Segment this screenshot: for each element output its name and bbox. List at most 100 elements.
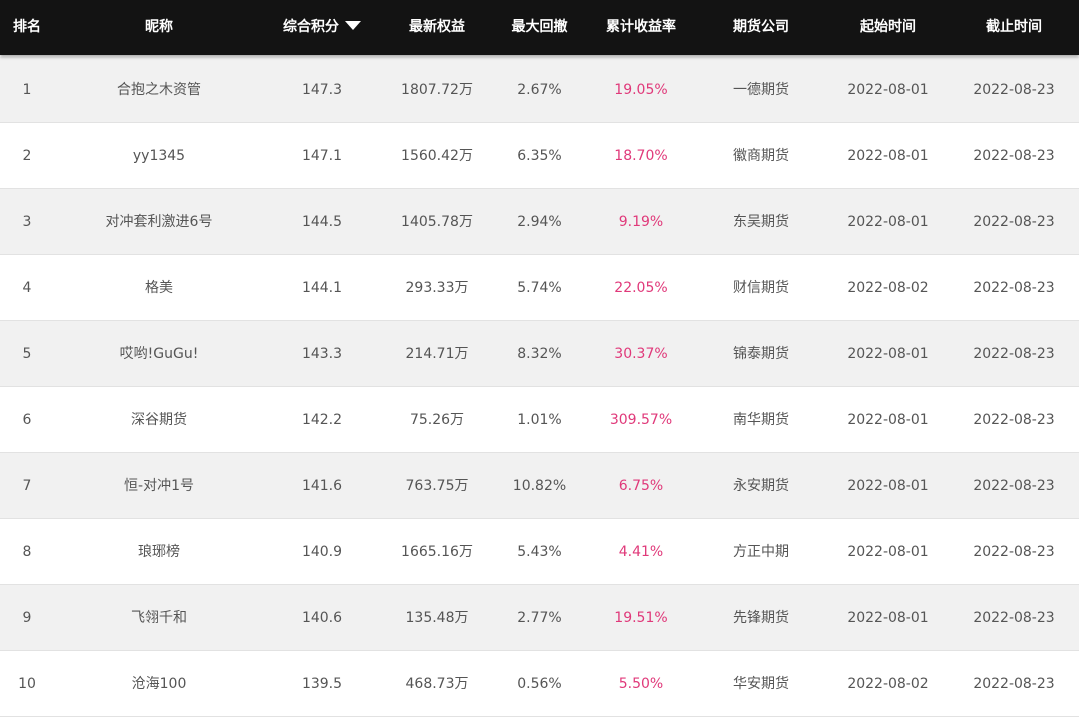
return-cell: 4.41%	[618, 544, 664, 560]
drawdown-cell: 2.67%	[517, 82, 562, 98]
return-cell: 22.05%	[614, 280, 668, 296]
table-row: 7 恒-对冲1号 141.6 763.75万 10.82% 6.75% 永安期货 2022-0…	[0, 453, 1079, 519]
score-cell: 139.5	[301, 676, 343, 692]
drawdown-cell: 8.32%	[517, 346, 562, 362]
company-cell: 永安期货	[733, 478, 789, 494]
end-date-cell: 2022-08-23	[973, 280, 1055, 296]
drawdown-cell: 5.43%	[517, 544, 562, 560]
header-drawdown: 最大回撤	[511, 19, 568, 35]
company-cell: 先锋期货	[733, 610, 789, 626]
return-cell: 18.70%	[614, 148, 668, 164]
return-cell: 30.37%	[614, 346, 668, 362]
equity-cell: 1807.72万	[401, 82, 473, 98]
nickname-cell: 深谷期货	[131, 412, 187, 428]
rank-cell: 4	[22, 280, 32, 296]
start-date-cell: 2022-08-02	[847, 676, 929, 692]
drawdown-cell: 1.01%	[517, 412, 562, 428]
nickname-cell: 琅琊榜	[138, 544, 180, 560]
return-cell: 9.19%	[618, 214, 664, 230]
rank-cell: 2	[22, 148, 32, 164]
table-row: 6 深谷期货 142.2 75.26万 1.01% 309.57% 南华期货 2022-08-…	[0, 387, 1079, 453]
start-date-cell: 2022-08-01	[847, 478, 929, 494]
rank-cell: 7	[22, 478, 32, 494]
score-cell: 144.1	[301, 280, 343, 296]
end-date-cell: 2022-08-23	[973, 610, 1055, 626]
nickname-cell: yy1345	[132, 148, 186, 164]
drawdown-cell: 2.77%	[517, 610, 562, 626]
score-cell: 143.3	[301, 346, 343, 362]
score-cell: 140.6	[301, 610, 343, 626]
start-date-cell: 2022-08-01	[847, 610, 929, 626]
start-date-cell: 2022-08-01	[847, 148, 929, 164]
header-start: 起始时间	[860, 19, 916, 35]
company-cell: 徽商期货	[733, 148, 789, 164]
header-end: 截止时间	[986, 19, 1042, 35]
rank-cell: 1	[22, 82, 32, 98]
drawdown-cell: 2.94%	[517, 214, 562, 230]
end-date-cell: 2022-08-23	[973, 346, 1055, 362]
score-cell: 142.2	[301, 412, 343, 428]
score-cell: 144.5	[301, 214, 343, 230]
header-return: 累计收益率	[606, 19, 676, 35]
end-date-cell: 2022-08-23	[973, 148, 1055, 164]
rank-cell: 3	[22, 214, 32, 230]
table-row: 2 yy1345 147.1 1560.42万 6.35% 18.70% 徽商期货 2022-…	[0, 123, 1079, 189]
header-company: 期货公司	[733, 19, 789, 35]
score-cell: 147.1	[301, 148, 343, 164]
equity-cell: 468.73万	[405, 676, 469, 692]
nickname-cell: 沧海100	[131, 676, 187, 692]
table-body: 1 合抱之木资管 147.3 1807.72万 2.67% 19.05% 一德期货 2022-…	[0, 57, 1079, 717]
start-date-cell: 2022-08-02	[847, 280, 929, 296]
header-score-label[interactable]: 综合积分	[283, 19, 339, 35]
equity-cell: 763.75万	[405, 478, 469, 494]
start-date-cell: 2022-08-01	[847, 412, 929, 428]
table-row: 3 对冲套利激进6号 144.5 1405.78万 2.94% 9.19% 东吴期货 2022…	[0, 189, 1079, 255]
rank-cell: 6	[22, 412, 32, 428]
table-row: 4 格美 144.1 293.33万 5.74% 22.05% 财信期货 2022-08-02…	[0, 255, 1079, 321]
return-cell: 6.75%	[618, 478, 664, 494]
table-row: 9 飞翎千和 140.6 135.48万 2.77% 19.51% 先锋期货 2022-08-…	[0, 585, 1079, 651]
table-row: 10 沧海100 139.5 468.73万 0.56% 5.50% 华安期货 2022-08…	[0, 651, 1079, 717]
rank-cell: 8	[22, 544, 32, 560]
score-cell: 140.9	[301, 544, 343, 560]
drawdown-cell: 0.56%	[517, 676, 562, 692]
table-row: 1 合抱之木资管 147.3 1807.72万 2.67% 19.05% 一德期货 2022-…	[0, 57, 1079, 123]
company-cell: 南华期货	[733, 412, 789, 428]
equity-cell: 1665.16万	[401, 544, 473, 560]
header-score[interactable]: 综合积分	[262, 0, 382, 55]
drawdown-cell: 5.74%	[517, 280, 562, 296]
rank-cell: 10	[18, 676, 36, 692]
return-cell: 309.57%	[609, 412, 673, 428]
equity-cell: 214.71万	[405, 346, 469, 362]
score-cell: 141.6	[301, 478, 343, 494]
nickname-cell: 恒-对冲1号	[124, 478, 194, 494]
header-rank: 排名	[13, 19, 41, 35]
end-date-cell: 2022-08-23	[973, 412, 1055, 428]
rank-cell: 5	[22, 346, 32, 362]
nickname-cell: 哎哟!GuGu!	[119, 346, 199, 362]
table-header: 排名 昵称 综合积分 最新权益 最大回撤 累计收益率 期货公司 起始时间 截止时…	[0, 0, 1079, 55]
table-row: 5 哎哟!GuGu! 143.3 214.71万 8.32% 30.37% 锦泰期货 2022…	[0, 321, 1079, 387]
end-date-cell: 2022-08-23	[973, 82, 1055, 98]
drawdown-cell: 6.35%	[517, 148, 562, 164]
start-date-cell: 2022-08-01	[847, 82, 929, 98]
equity-cell: 293.33万	[405, 280, 469, 296]
start-date-cell: 2022-08-01	[847, 544, 929, 560]
triangle-down-icon[interactable]	[345, 20, 361, 30]
nickname-cell: 对冲套利激进6号	[105, 214, 213, 230]
equity-cell: 75.26万	[409, 412, 465, 428]
end-date-cell: 2022-08-23	[973, 214, 1055, 230]
drawdown-cell: 10.82%	[512, 478, 567, 494]
equity-cell: 1560.42万	[401, 148, 473, 164]
company-cell: 华安期货	[733, 676, 789, 692]
rank-cell: 9	[22, 610, 32, 626]
table-row: 8 琅琊榜 140.9 1665.16万 5.43% 4.41% 方正中期 2022-08-0…	[0, 519, 1079, 585]
nickname-cell: 合抱之木资管	[117, 82, 201, 98]
company-cell: 财信期货	[733, 280, 789, 296]
company-cell: 东吴期货	[733, 214, 789, 230]
header-equity: 最新权益	[409, 19, 465, 35]
equity-cell: 135.48万	[405, 610, 469, 626]
return-cell: 5.50%	[618, 676, 664, 692]
company-cell: 方正中期	[733, 544, 789, 560]
ranking-table: 排名 昵称 综合积分 最新权益 最大回撤 累计收益率 期货公司 起始时间 截止时…	[0, 0, 1079, 717]
